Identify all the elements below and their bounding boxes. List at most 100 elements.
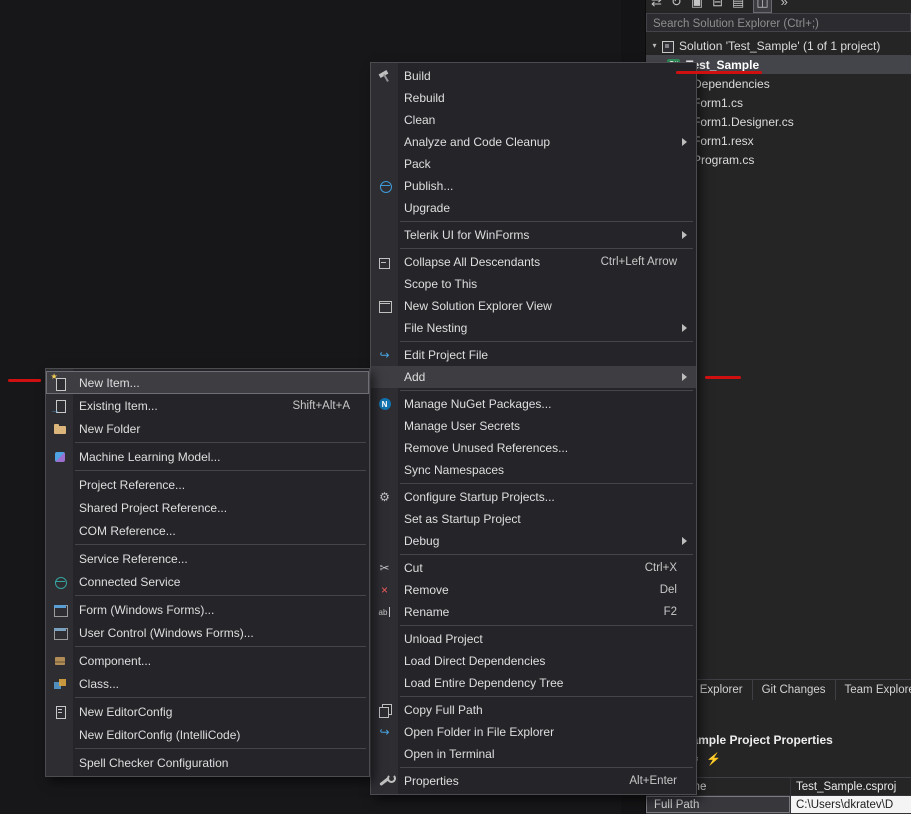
- menu-item-pack[interactable]: Pack: [371, 153, 696, 175]
- menu-item-collapse-all-descendants[interactable]: Collapse All DescendantsCtrl+Left Arrow: [371, 251, 696, 273]
- submenu-arrow-icon: [682, 373, 687, 381]
- menu-item-label: Load Direct Dependencies: [398, 654, 691, 668]
- annotation-add-pointer: [705, 376, 741, 379]
- menu-item-unload-project[interactable]: Unload Project: [371, 628, 696, 650]
- scissors-icon: ✂: [377, 560, 393, 576]
- menu-item-user-control-windows-forms[interactable]: User Control (Windows Forms)...: [46, 621, 369, 644]
- menu-item-form-windows-forms[interactable]: Form (Windows Forms)...: [46, 598, 369, 621]
- menu-item-machine-learning-model[interactable]: Machine Learning Model...: [46, 445, 369, 468]
- menu-item-file-nesting[interactable]: File Nesting: [371, 317, 696, 339]
- refresh-icon[interactable]: ↻: [671, 0, 682, 13]
- menu-item-gutter: [371, 702, 398, 718]
- property-name-full-path: Full Path: [646, 796, 791, 813]
- menu-item-telerik-ui-for-winforms[interactable]: Telerik UI for WinForms: [371, 224, 696, 246]
- rename-icon: [377, 604, 393, 620]
- menu-item-label: Load Entire Dependency Tree: [398, 676, 691, 690]
- edit-file-icon: ↪: [377, 347, 393, 363]
- menu-item-new-solution-explorer-view[interactable]: New Solution Explorer View: [371, 295, 696, 317]
- menu-item-label: Publish...: [398, 179, 691, 193]
- menu-item-label: Cut: [398, 561, 645, 575]
- menu-item-label: Sync Namespaces: [398, 463, 691, 477]
- collapse-all-icon[interactable]: ⊟: [712, 0, 723, 13]
- tree-chevron-icon[interactable]: ▾: [650, 41, 659, 50]
- menu-item-gutter: ⚙: [371, 489, 398, 505]
- menu-item-label: COM Reference...: [73, 524, 364, 538]
- more-commands-icon[interactable]: »: [781, 0, 788, 13]
- menu-item-remove-unused-references[interactable]: Remove Unused References...: [371, 437, 696, 459]
- menu-item-sync-namespaces[interactable]: Sync Namespaces: [371, 459, 696, 481]
- tree-item-label: Form1.Designer.cs: [689, 115, 794, 129]
- nuget-icon: [377, 396, 393, 412]
- menu-item-configure-startup-projects[interactable]: ⚙Configure Startup Projects...: [371, 486, 696, 508]
- menu-item-load-entire-dependency-tree[interactable]: Load Entire Dependency Tree: [371, 672, 696, 694]
- menu-item-properties[interactable]: PropertiesAlt+Enter: [371, 770, 696, 792]
- menu-item-label: Scope to This: [398, 277, 691, 291]
- menu-item-component[interactable]: Component...: [46, 649, 369, 672]
- tab-git-changes[interactable]: Git Changes: [753, 680, 836, 700]
- tree-item-solution-test-sample-1-of-1-project[interactable]: ▾ Solution 'Test_Sample' (1 of 1 project): [646, 36, 911, 55]
- menu-item-clean[interactable]: Clean: [371, 109, 696, 131]
- menu-item-analyze-and-code-cleanup[interactable]: Analyze and Code Cleanup: [371, 131, 696, 153]
- menu-item-spell-checker-configuration[interactable]: Spell Checker Configuration: [46, 751, 369, 774]
- menu-item-scope-to-this[interactable]: Scope to This: [371, 273, 696, 295]
- existing-item-icon: [52, 398, 68, 414]
- menu-item-set-as-startup-project[interactable]: Set as Startup Project: [371, 508, 696, 530]
- menu-item-label: Analyze and Code Cleanup: [398, 135, 682, 149]
- menu-item-service-reference[interactable]: Service Reference...: [46, 547, 369, 570]
- menu-item-label: Build: [398, 69, 691, 83]
- menu-item-open-folder-in-file-explorer[interactable]: ↪Open Folder in File Explorer: [371, 721, 696, 743]
- menu-item-gutter: [46, 704, 73, 720]
- menu-item-shared-project-reference[interactable]: Shared Project Reference...: [46, 496, 369, 519]
- menu-item-manage-nuget-packages[interactable]: Manage NuGet Packages...: [371, 393, 696, 415]
- menu-item-add[interactable]: Add: [371, 366, 696, 388]
- tree-item-label: Program.cs: [689, 153, 754, 167]
- menu-item-label: Pack: [398, 157, 691, 171]
- menu-item-connected-service[interactable]: Connected Service: [46, 570, 369, 593]
- sync-with-active-document-icon[interactable]: ⇄: [651, 0, 662, 13]
- menu-item-load-direct-dependencies[interactable]: Load Direct Dependencies: [371, 650, 696, 672]
- menu-item-com-reference[interactable]: COM Reference...: [46, 519, 369, 542]
- show-all-files-icon[interactable]: ▤: [732, 0, 744, 13]
- menu-item-gutter: ×: [371, 582, 398, 598]
- menu-item-open-in-terminal[interactable]: Open in Terminal: [371, 743, 696, 765]
- menu-item-publish[interactable]: Publish...: [371, 175, 696, 197]
- new-item-icon: [52, 375, 68, 391]
- menu-item-edit-project-file[interactable]: ↪Edit Project File: [371, 344, 696, 366]
- preview-selected-items-icon[interactable]: ◫: [753, 0, 771, 13]
- property-value-full-path[interactable]: C:\Users\dkratev\D: [791, 796, 911, 813]
- menu-item-new-editorconfig[interactable]: New EditorConfig: [46, 700, 369, 723]
- menu-item-upgrade[interactable]: Upgrade: [371, 197, 696, 219]
- tree-item-label: Solution 'Test_Sample' (1 of 1 project): [675, 39, 880, 53]
- menu-item-copy-full-path[interactable]: Copy Full Path: [371, 699, 696, 721]
- menu-item-rename[interactable]: RenameF2: [371, 601, 696, 623]
- new-view-icon: [377, 298, 393, 314]
- menu-item-rebuild[interactable]: Rebuild: [371, 87, 696, 109]
- menu-item-remove[interactable]: ×RemoveDel: [371, 579, 696, 601]
- menu-item-build[interactable]: Build: [371, 65, 696, 87]
- connected-service-icon: [52, 574, 68, 590]
- menu-item-cut[interactable]: ✂CutCtrl+X: [371, 557, 696, 579]
- menu-item-new-folder[interactable]: New Folder: [46, 417, 369, 440]
- ml-model-icon: [52, 449, 68, 465]
- menu-item-class[interactable]: Class...: [46, 672, 369, 695]
- menu-item-new-editorconfig-intellicode[interactable]: New EditorConfig (IntelliCode): [46, 723, 369, 746]
- menu-item-gutter: [371, 604, 398, 620]
- new-solution-explorer-view-icon[interactable]: ▣: [691, 0, 703, 13]
- menu-item-existing-item[interactable]: Existing Item...Shift+Alt+A: [46, 394, 369, 417]
- menu-item-project-reference[interactable]: Project Reference...: [46, 473, 369, 496]
- menu-item-gutter: [46, 625, 73, 641]
- menu-item-gutter: [371, 298, 398, 314]
- usercontrol-icon: [52, 625, 68, 641]
- property-row-full-path[interactable]: Full Path C:\Users\dkratev\D: [646, 796, 911, 814]
- tab-team-explorer[interactable]: Team Explorer: [836, 680, 911, 700]
- events-icon[interactable]: ⚡: [706, 752, 721, 766]
- menu-item-debug[interactable]: Debug: [371, 530, 696, 552]
- menu-item-manage-user-secrets[interactable]: Manage User Secrets: [371, 415, 696, 437]
- menu-item-new-item[interactable]: New Item...: [46, 371, 369, 394]
- solution-explorer-toolbar: ⇄ ↻ ▣ ⊟ ▤ ◫ »: [646, 0, 911, 13]
- editorconfig-icon: [52, 704, 68, 720]
- menu-item-label: Remove Unused References...: [398, 441, 691, 455]
- menu-item-label: User Control (Windows Forms)...: [73, 626, 364, 640]
- winform-icon: [52, 602, 68, 618]
- search-input[interactable]: [647, 16, 910, 33]
